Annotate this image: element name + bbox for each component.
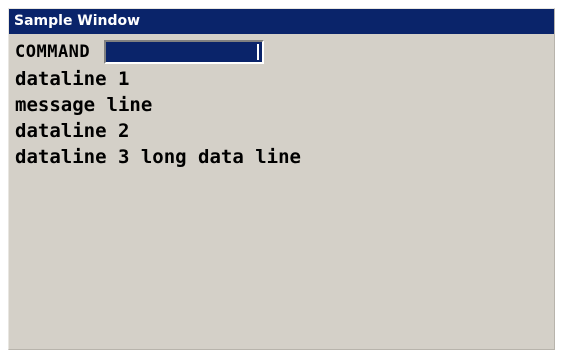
command-row: COMMAND bbox=[15, 37, 548, 66]
message-line: message line bbox=[15, 94, 153, 116]
command-label: COMMAND bbox=[15, 41, 91, 62]
dataline-1: dataline 1 bbox=[15, 68, 130, 90]
window-title: Sample Window bbox=[14, 13, 141, 29]
text-caret bbox=[257, 43, 260, 60]
dataline-2: dataline 2 bbox=[15, 120, 130, 142]
sample-window: Sample Window COMMAND dataline 1 message… bbox=[8, 8, 555, 350]
window-content: COMMAND dataline 1 message line dataline… bbox=[15, 37, 548, 170]
dataline-3: dataline 3 long data line bbox=[15, 146, 301, 168]
command-input[interactable] bbox=[104, 39, 265, 64]
window-title-bar[interactable]: Sample Window bbox=[9, 9, 554, 34]
